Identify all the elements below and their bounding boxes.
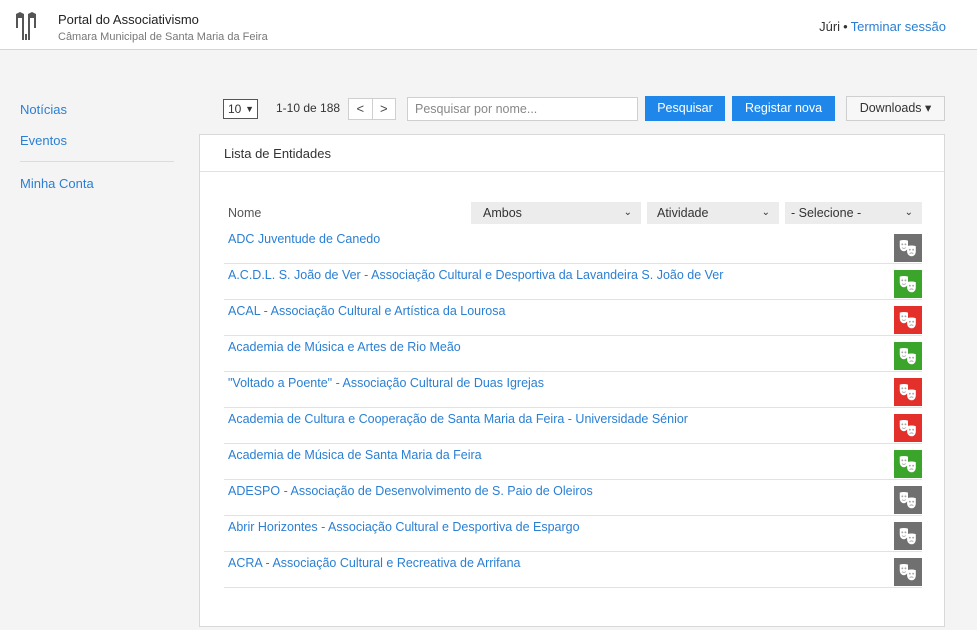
register-new-button[interactable]: Registar nova (732, 96, 835, 121)
type-filter-select[interactable]: Ambos ⌄ (471, 202, 641, 224)
downloads-dropdown-button[interactable]: Downloads ▾ (846, 96, 945, 121)
table-row: A.C.D.L. S. João de Ver - Associação Cul… (224, 264, 922, 300)
chevron-down-icon: ⌄ (623, 207, 632, 218)
list-toolbar: 10 ▼ 1-10 de 188 < > Pesquisar Registar … (223, 96, 945, 122)
type-filter-value: Ambos (483, 206, 522, 220)
theater-masks-icon (894, 306, 922, 334)
sidebar-item-eventos[interactable]: Eventos (20, 131, 174, 151)
theater-masks-icon (894, 378, 922, 406)
table-row: "Voltado a Poente" - Associação Cultural… (224, 372, 922, 408)
theater-masks-icon (894, 270, 922, 298)
municipality-logo-icon (16, 12, 36, 40)
activity-filter-value: Atividade (657, 206, 709, 220)
chevron-down-icon: ⌄ (904, 207, 913, 218)
per-page-select[interactable]: 10 ▼ (223, 99, 258, 119)
status-filter-value: - Selecione - (791, 206, 862, 220)
entity-name-link[interactable]: ADC Juventude de Canedo (228, 232, 380, 246)
status-filter-select[interactable]: - Selecione - ⌄ (785, 202, 922, 224)
next-page-button[interactable]: > (371, 99, 396, 119)
logout-link[interactable]: Terminar sessão (851, 19, 946, 34)
table-row: Academia de Música e Artes de Rio Meão (224, 336, 922, 372)
table-row: ACRA - Associação Cultural e Recreativa … (224, 552, 922, 588)
entity-name-link[interactable]: Academia de Cultura e Cooperação de Sant… (228, 412, 688, 426)
table-row: Academia de Cultura e Cooperação de Sant… (224, 408, 922, 444)
sidebar-item-minha-conta[interactable]: Minha Conta (20, 174, 174, 194)
portal-subtitle: Câmara Municipal de Santa Maria da Feira (58, 31, 268, 43)
theater-masks-icon (894, 522, 922, 550)
table-row: ADC Juventude de Canedo (224, 228, 922, 264)
column-header-name: Nome (228, 206, 262, 220)
theater-masks-icon (894, 234, 922, 262)
entity-name-link[interactable]: "Voltado a Poente" - Associação Cultural… (228, 376, 544, 390)
sidebar-divider (20, 161, 174, 162)
entities-panel: Lista de Entidades Nome Ambos ⌄ Atividad… (199, 134, 945, 627)
table-header: Nome Ambos ⌄ Atividade ⌄ - Selecione - ⌄ (224, 202, 922, 224)
top-header: Portal do Associativismo Câmara Municipa… (0, 0, 977, 50)
theater-masks-icon (894, 450, 922, 478)
entity-name-link[interactable]: ACRA - Associação Cultural e Recreativa … (228, 556, 521, 570)
table-row: Academia de Música de Santa Maria da Fei… (224, 444, 922, 480)
pagination-range: 1-10 de 188 (276, 101, 341, 115)
theater-masks-icon (894, 486, 922, 514)
table-row: Abrir Horizontes - Associação Cultural e… (224, 516, 922, 552)
pagination-controls: < > (348, 98, 396, 120)
sidebar-nav: Notícias Eventos Minha Conta (20, 100, 174, 194)
per-page-value: 10 (228, 102, 242, 116)
user-separator: • (843, 19, 848, 34)
sidebar-item-noticias[interactable]: Notícias (20, 100, 174, 120)
portal-title: Portal do Associativismo (58, 12, 199, 27)
chevron-down-icon: ▼ (245, 104, 254, 114)
theater-masks-icon (894, 558, 922, 586)
prev-page-button[interactable]: < (349, 99, 372, 119)
user-area: Júri • Terminar sessão (819, 19, 946, 34)
theater-masks-icon (894, 342, 922, 370)
user-name: Júri (819, 19, 841, 34)
entity-name-link[interactable]: A.C.D.L. S. João de Ver - Associação Cul… (228, 268, 723, 282)
entity-name-link[interactable]: Academia de Música e Artes de Rio Meão (228, 340, 461, 354)
entity-name-link[interactable]: ADESPO - Associação de Desenvolvimento d… (228, 484, 593, 498)
panel-title: Lista de Entidades (200, 135, 944, 172)
search-input[interactable] (407, 97, 638, 121)
entity-name-link[interactable]: ACAL - Associação Cultural e Artística d… (228, 304, 505, 318)
table-row: ACAL - Associação Cultural e Artística d… (224, 300, 922, 336)
entity-name-link[interactable]: Academia de Música de Santa Maria da Fei… (228, 448, 482, 462)
search-button[interactable]: Pesquisar (645, 96, 725, 121)
entity-name-link[interactable]: Abrir Horizontes - Associação Cultural e… (228, 520, 580, 534)
table-row: ADESPO - Associação de Desenvolvimento d… (224, 480, 922, 516)
activity-filter-select[interactable]: Atividade ⌄ (647, 202, 779, 224)
entities-list: ADC Juventude de Canedo A.C.D.L. S. João … (224, 228, 922, 588)
chevron-down-icon: ⌄ (761, 207, 770, 218)
theater-masks-icon (894, 414, 922, 442)
